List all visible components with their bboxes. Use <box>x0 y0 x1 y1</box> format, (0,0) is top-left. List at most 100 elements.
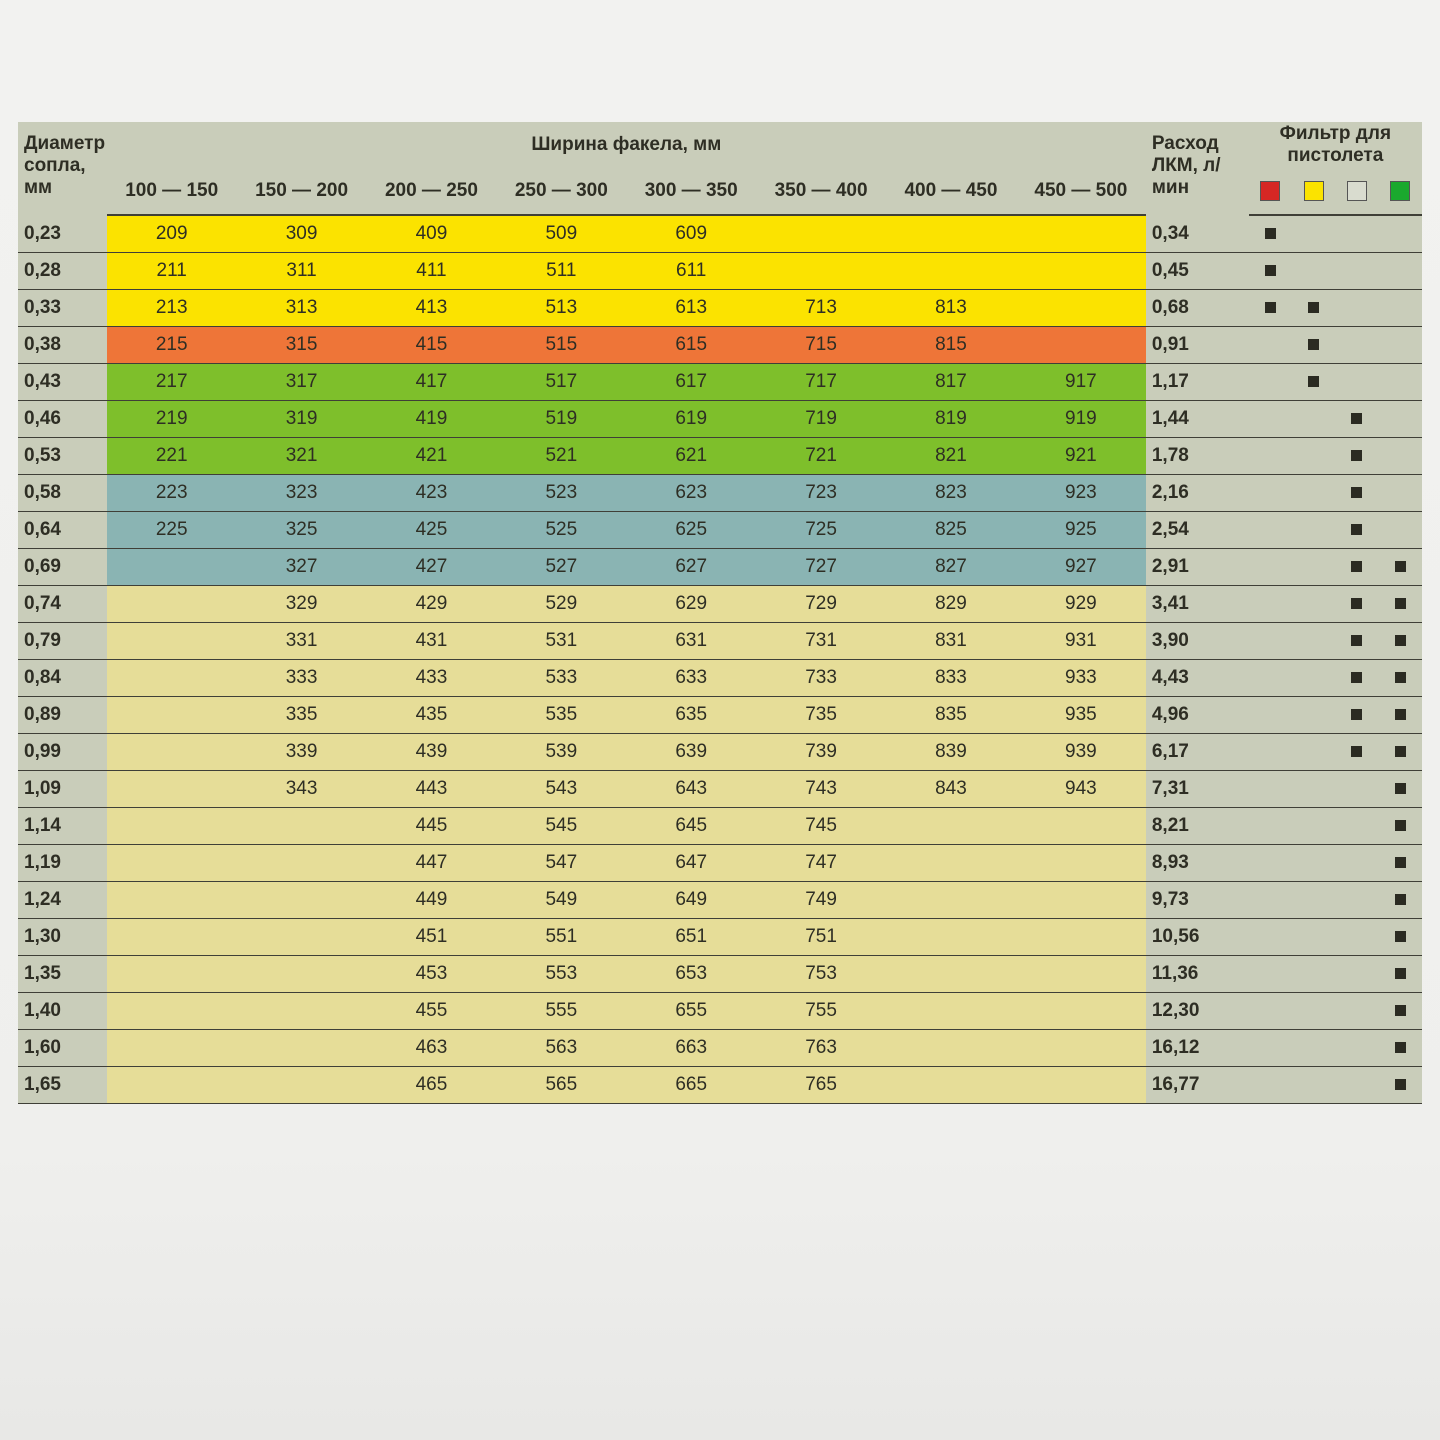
spray-cell: 211 <box>107 253 237 290</box>
table-row: 0,993394395396397398399396,17 <box>18 734 1422 771</box>
spray-cell: 217 <box>107 364 237 401</box>
spray-cell: 827 <box>886 549 1016 586</box>
spray-cell: 609 <box>626 215 756 253</box>
flow-cell: 1,78 <box>1146 438 1249 475</box>
flow-cell: 7,31 <box>1146 771 1249 808</box>
header-diameter: Диаметр сопла, мм <box>18 122 107 215</box>
flow-cell: 10,56 <box>1146 919 1249 956</box>
spray-cell: 621 <box>626 438 756 475</box>
filter-cell-green <box>1379 697 1422 734</box>
filter-cell-grey <box>1335 290 1378 327</box>
spray-cell <box>107 882 237 919</box>
filter-cell-grey <box>1335 919 1378 956</box>
filter-swatch-grey <box>1335 174 1378 215</box>
spray-cell <box>1016 1030 1146 1067</box>
filter-cell-red <box>1249 623 1292 660</box>
spray-cell: 929 <box>1016 586 1146 623</box>
spray-cell: 713 <box>756 290 886 327</box>
filter-cell-green <box>1379 327 1422 364</box>
diameter-cell: 0,53 <box>18 438 107 475</box>
spray-cell: 635 <box>626 697 756 734</box>
filter-cell-grey <box>1335 475 1378 512</box>
filter-cell-grey <box>1335 512 1378 549</box>
spray-cell: 517 <box>496 364 626 401</box>
filter-cell-grey <box>1335 215 1378 253</box>
spray-cell <box>886 1067 1016 1104</box>
spray-cell: 619 <box>626 401 756 438</box>
filter-cell-grey <box>1335 697 1378 734</box>
filter-cell-red <box>1249 734 1292 771</box>
spray-cell: 527 <box>496 549 626 586</box>
spray-cell: 819 <box>886 401 1016 438</box>
filter-cell-grey <box>1335 549 1378 586</box>
spray-cell: 717 <box>756 364 886 401</box>
spray-cell: 755 <box>756 993 886 1030</box>
spray-cell: 831 <box>886 623 1016 660</box>
flow-cell: 3,90 <box>1146 623 1249 660</box>
spray-cell: 445 <box>367 808 497 845</box>
filter-cell-grey <box>1335 734 1378 771</box>
spray-cell: 643 <box>626 771 756 808</box>
spray-cell: 933 <box>1016 660 1146 697</box>
filter-cell-green <box>1379 845 1422 882</box>
filter-cell-green <box>1379 586 1422 623</box>
spray-cell: 631 <box>626 623 756 660</box>
filter-cell-grey <box>1335 1030 1378 1067</box>
filter-cell-yellow <box>1292 697 1335 734</box>
spray-cell: 919 <box>1016 401 1146 438</box>
spray-cell: 935 <box>1016 697 1146 734</box>
flow-cell: 2,16 <box>1146 475 1249 512</box>
spray-cell <box>107 549 237 586</box>
spray-cell: 415 <box>367 327 497 364</box>
spray-cell: 223 <box>107 475 237 512</box>
spray-cell: 533 <box>496 660 626 697</box>
spray-cell: 835 <box>886 697 1016 734</box>
diameter-cell: 0,64 <box>18 512 107 549</box>
spray-cell: 313 <box>237 290 367 327</box>
spray-cell: 727 <box>756 549 886 586</box>
table-row: 0,582233234235236237238239232,16 <box>18 475 1422 512</box>
header-range-1: 150 — 200 <box>237 174 367 215</box>
spray-cell: 833 <box>886 660 1016 697</box>
spray-cell: 839 <box>886 734 1016 771</box>
diameter-cell: 0,99 <box>18 734 107 771</box>
spray-cell: 327 <box>237 549 367 586</box>
spray-cell: 421 <box>367 438 497 475</box>
spray-cell: 817 <box>886 364 1016 401</box>
spray-cell: 653 <box>626 956 756 993</box>
spray-cell: 335 <box>237 697 367 734</box>
spray-cell: 427 <box>367 549 497 586</box>
filter-cell-green <box>1379 993 1422 1030</box>
spray-cell <box>1016 808 1146 845</box>
spray-cell: 315 <box>237 327 367 364</box>
diameter-cell: 1,30 <box>18 919 107 956</box>
spray-cell: 511 <box>496 253 626 290</box>
table-body: 0,232093094095096090,340,282113114115116… <box>18 215 1422 1104</box>
spray-cell: 729 <box>756 586 886 623</box>
spray-cell <box>1016 215 1146 253</box>
filter-cell-grey <box>1335 401 1378 438</box>
spray-cell: 927 <box>1016 549 1146 586</box>
flow-cell: 0,91 <box>1146 327 1249 364</box>
spray-cell: 733 <box>756 660 886 697</box>
spray-cell: 829 <box>886 586 1016 623</box>
spray-cell <box>107 919 237 956</box>
spray-cell <box>1016 993 1146 1030</box>
spray-cell: 429 <box>367 586 497 623</box>
spray-cell: 551 <box>496 919 626 956</box>
filter-cell-grey <box>1335 993 1378 1030</box>
flow-cell: 4,96 <box>1146 697 1249 734</box>
filter-cell-yellow <box>1292 956 1335 993</box>
spray-cell: 931 <box>1016 623 1146 660</box>
filter-cell-red <box>1249 401 1292 438</box>
spray-cell: 721 <box>756 438 886 475</box>
spray-cell <box>756 253 886 290</box>
filter-cell-yellow <box>1292 438 1335 475</box>
filter-cell-yellow <box>1292 364 1335 401</box>
header-flow: Расход ЛКМ, л/мин <box>1146 122 1249 215</box>
spray-cell <box>886 845 1016 882</box>
filter-cell-red <box>1249 882 1292 919</box>
spray-cell: 739 <box>756 734 886 771</box>
spray-cell: 209 <box>107 215 237 253</box>
spray-cell: 763 <box>756 1030 886 1067</box>
